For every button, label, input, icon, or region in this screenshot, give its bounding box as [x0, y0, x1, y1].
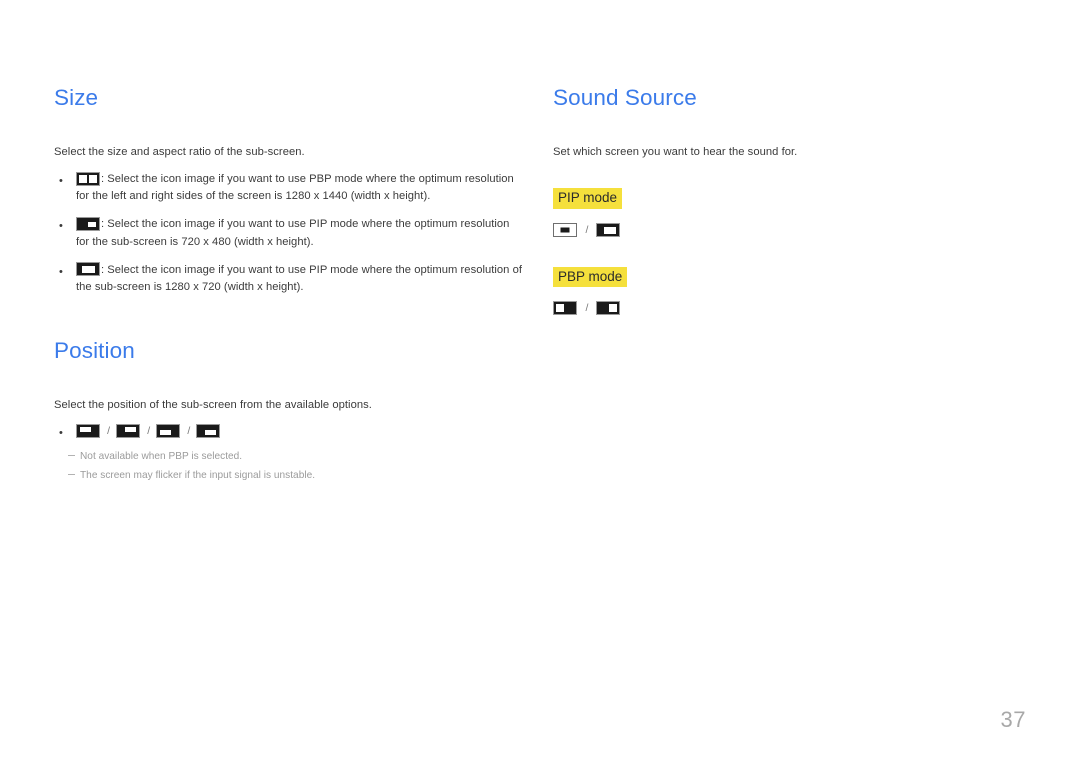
position-notes: Not available when PBP is selected. The … — [54, 447, 522, 485]
pbp-mode-label: PBP mode — [553, 266, 628, 288]
separator: / — [585, 223, 589, 236]
left-column: Size Select the size and aspect ratio of… — [54, 85, 522, 485]
sound-source-pbp-left-icon — [553, 301, 577, 316]
page-number: 37 — [1000, 707, 1026, 732]
size-option-text: : Select the icon image if you want to u… — [76, 173, 514, 203]
sound-source-section: Sound Source Set which screen you want t… — [553, 85, 1021, 318]
separator: / — [107, 425, 111, 438]
list-item: : Select the icon image if you want to u… — [54, 262, 522, 296]
position-section-intro: Select the position of the sub-screen fr… — [54, 398, 372, 411]
sound-source-section-intro: Set which screen you want to hear the so… — [553, 145, 798, 158]
size-section-title: Size — [54, 85, 99, 110]
position-bottom-right-icon — [196, 424, 221, 439]
right-column: Sound Source Set which screen you want t… — [553, 85, 1021, 318]
pbp-split-screen-icon — [76, 171, 100, 186]
position-top-left-icon — [76, 424, 100, 439]
sound-source-pbp-right-icon — [595, 301, 620, 316]
size-option-text: : Select the icon image if you want to u… — [76, 218, 510, 248]
pip-mode-block: PIP mode / — [553, 187, 1021, 239]
size-option-text: : Select the icon image if you want to u… — [76, 263, 523, 293]
note-text: The screen may flicker if the input sign… — [68, 466, 522, 485]
pip-large-subscreen-icon — [76, 262, 100, 277]
size-options-list: : Select the icon image if you want to u… — [54, 171, 522, 296]
list-item: : Select the icon image if you want to u… — [54, 216, 522, 250]
separator: / — [147, 425, 151, 438]
document-page: Size Select the size and aspect ratio of… — [0, 0, 1080, 763]
pip-mode-label: PIP mode — [553, 187, 623, 209]
separator: / — [187, 425, 191, 438]
sound-source-pip-sub-icon — [595, 222, 620, 237]
position-top-right-icon — [116, 424, 141, 439]
separator: / — [585, 302, 589, 315]
list-item: : Select the icon image if you want to u… — [54, 171, 522, 205]
sound-source-pip-main-icon — [553, 222, 577, 237]
pip-mode-icons-row: / — [553, 221, 1021, 239]
position-section-title: Position — [54, 338, 135, 364]
pip-small-subscreen-icon — [76, 216, 100, 231]
size-section: Size Select the size and aspect ratio of… — [54, 85, 522, 296]
position-icons-row: / / / — [54, 424, 522, 442]
sound-source-section-title: Sound Source — [553, 85, 697, 110]
position-bottom-left-icon — [156, 424, 181, 439]
size-section-intro: Select the size and aspect ratio of the … — [54, 145, 305, 158]
note-text: Not available when PBP is selected. — [68, 447, 522, 466]
position-section: Position Select the position of the sub-… — [54, 338, 522, 485]
pbp-mode-block: PBP mode / — [553, 266, 1021, 318]
pbp-mode-icons-row: / — [553, 299, 1021, 317]
